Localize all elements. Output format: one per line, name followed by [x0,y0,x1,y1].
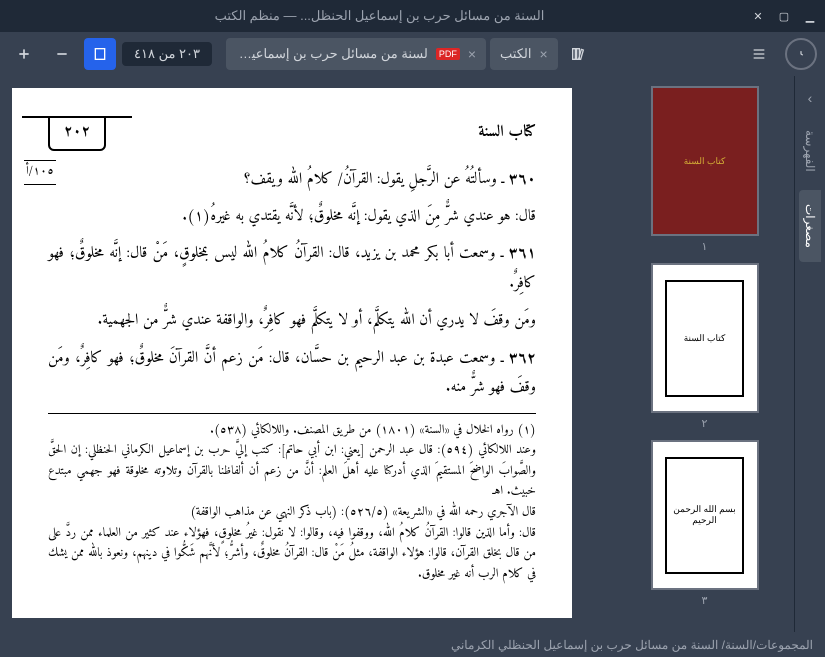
window-controls: ✕ ▢ ▁ [751,9,817,23]
thumbnail-image: كتاب السنة [651,263,759,413]
margin-note: ١٠٥/أ [24,160,56,185]
page-number-badge: ٢٠٢ [48,116,106,151]
page-indicator[interactable]: ٢٠٣ من ٤١٨ [122,42,212,66]
thumbnail-number: ٢ [627,417,782,430]
tab-label: لسنة من مسائل حرب بن إسماعيل الحنظل. [236,46,428,62]
close-icon[interactable]: ✕ [751,9,765,23]
divider [48,413,536,414]
thumbnail-number: ١ [627,240,782,253]
thumbnail[interactable]: كتاب السنة ١ [627,86,782,253]
clock-icon[interactable] [785,38,817,70]
tab-bar: × PDF لسنة من مسائل حرب بن إسماعيل الحنظ… [226,38,729,70]
thumbnail-panel: كتاب السنة ١ كتاب السنة ٢ بسم الله الرحم… [615,76,795,632]
main-area: كتاب السنة ٢٠٢ ١٠٥/أ ٣٦٠ ـ وسألتُهُ عن ا… [0,76,825,632]
side-tab-index[interactable]: الفهرسة [799,116,821,186]
status-bar: المجموعات/السنة/ السنة من مسائل حرب بن إ… [0,632,825,657]
thumbnail[interactable]: كتاب السنة ٢ [627,263,782,430]
document-page: كتاب السنة ٢٠٢ ١٠٥/أ ٣٦٠ ـ وسألتُهُ عن ا… [12,88,572,618]
text-line: ٣٦٠ ـ وسألتُهُ عن الرَّجلِ يقول: القرآنُ… [48,165,536,194]
thumbnail-image: كتاب السنة [651,86,759,236]
breadcrumb: المجموعات/السنة/ السنة من مسائل حرب بن إ… [451,638,813,652]
chevron-left-icon[interactable]: ‹ [802,84,819,112]
minus-button[interactable] [46,38,78,70]
thumbnail[interactable]: بسم الله الرحمن الرحيم ٣ [627,440,782,607]
tab-books[interactable]: × الكتب [490,38,558,70]
close-icon[interactable]: × [468,46,476,62]
thumbnail-image: بسم الله الرحمن الرحيم [651,440,759,590]
entry-number: ٣٦٢ [509,345,536,372]
maximize-icon[interactable]: ▢ [777,9,791,23]
tab-document[interactable]: × PDF لسنة من مسائل حرب بن إسماعيل الحنظ… [226,38,486,70]
text-line: ٣٦١ ـ وسمعت أبا بكر محمد بن يزيد، قال: ا… [48,239,536,298]
page-viewer[interactable]: كتاب السنة ٢٠٢ ١٠٥/أ ٣٦٠ ـ وسألتُهُ عن ا… [0,76,615,632]
entry-number: ٣٦٠ [509,166,536,193]
toolbar: ٢٠٣ من ٤١٨ × PDF لسنة من مسائل حرب بن إس… [0,32,825,76]
books-icon[interactable] [562,38,594,70]
close-icon[interactable]: × [539,46,547,62]
tab-label: الكتب [500,46,531,62]
minimize-icon[interactable]: ▁ [803,9,817,23]
side-tab-thumbnails[interactable]: مصغرات [799,190,821,262]
menu-button[interactable] [743,38,775,70]
text-line: ٣٦٢ ـ وسمعت عبدة بن عبد الرحيم بن حسَّان… [48,344,536,403]
thumbnail-number: ٣ [627,594,782,607]
text-line: قال: هو عندي شرٌّ مِنَ الذي يقول: إنَّه … [48,202,536,231]
side-tab-bar: ‹ الفهرسة مصغرات [795,76,825,632]
page-book-title: كتاب السنة [478,118,536,148]
window-title: السنة من مسائل حرب بن إسماعيل الحنظل... … [8,8,751,24]
entry-number: ٣٦١ [509,240,536,267]
text-line: ومَن وقفَ لا يدري أن الله يتكلَّم، أو لا… [48,306,536,335]
footnote: (١) رواه الخلال في «السنة» (١٨٠١) من طري… [48,420,536,585]
titlebar: ✕ ▢ ▁ السنة من مسائل حرب بن إسماعيل الحن… [0,0,825,32]
fit-page-button[interactable] [84,38,116,70]
pdf-icon: PDF [436,48,460,60]
add-button[interactable] [8,38,40,70]
